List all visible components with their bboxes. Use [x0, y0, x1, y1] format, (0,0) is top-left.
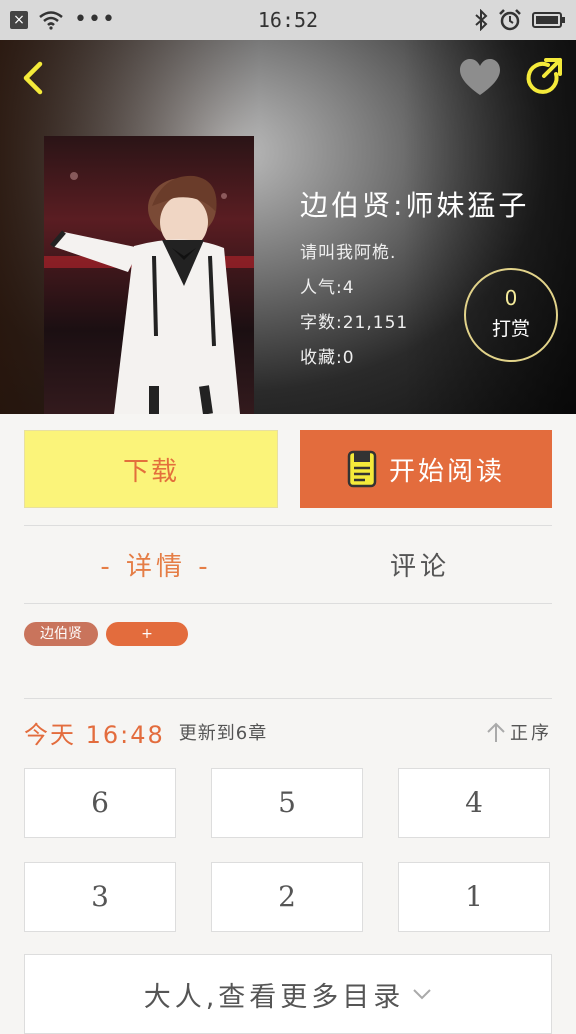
bluetooth-icon — [475, 9, 488, 31]
heart-icon[interactable] — [458, 58, 502, 98]
battery-icon — [532, 12, 565, 28]
chapter-button[interactable]: 2 — [211, 862, 363, 932]
chapter-button[interactable]: 1 — [398, 862, 550, 932]
divider — [24, 525, 552, 526]
notification-close-icon: × — [10, 11, 28, 29]
more-catalog-label: 大人,查看更多目录 — [143, 981, 405, 1013]
book-header: 边伯贤:师妹猛子 请叫我阿桅. 人气:4 字数:21,151 收藏:0 0 打赏 — [0, 40, 576, 414]
download-button[interactable]: 下载 — [24, 430, 278, 508]
update-text: 更新到6章 — [178, 723, 268, 744]
tab-details[interactable]: - 详情 - — [24, 540, 288, 594]
tag-chip[interactable]: 边伯贤 — [24, 622, 98, 646]
book-cover-image — [44, 136, 254, 414]
share-icon[interactable] — [522, 56, 566, 100]
start-reading-label: 开始阅读 — [388, 456, 505, 487]
update-date: 今天 16:48 — [24, 720, 165, 749]
divider — [24, 698, 552, 699]
book-title: 边伯贤:师妹猛子 — [300, 189, 530, 222]
wifi-icon — [39, 11, 63, 30]
chevron-down-icon — [413, 989, 432, 1000]
download-label: 下载 — [122, 456, 179, 487]
chapter-button[interactable]: 3 — [24, 862, 176, 932]
tip-count: 0 — [504, 286, 518, 310]
tip-button[interactable]: 0 打赏 — [464, 268, 558, 362]
back-arrow-icon[interactable] — [14, 58, 54, 98]
add-tag-button[interactable]: + — [106, 622, 188, 646]
chapter-button[interactable]: 5 — [211, 768, 363, 838]
update-row: 今天 16:48 更新到6章 正序 — [24, 714, 552, 750]
divider — [24, 603, 552, 604]
start-reading-button[interactable]: 开始阅读 — [300, 430, 552, 508]
tip-label: 打赏 — [491, 318, 530, 340]
more-notifications-indicator: ••• — [74, 7, 116, 32]
chapter-button[interactable]: 6 — [24, 768, 176, 838]
book-subtitle: 请叫我阿桅. — [300, 243, 397, 263]
alarm-icon — [499, 9, 521, 31]
tab-comments[interactable]: 评论 — [288, 540, 552, 594]
book-icon — [347, 450, 377, 488]
sort-up-arrow-icon — [487, 722, 505, 742]
status-bar: × ••• 16:52 — [0, 0, 576, 40]
more-catalog-button[interactable]: 大人,查看更多目录 — [24, 954, 552, 1034]
sort-order-label: 正序 — [510, 723, 552, 744]
sort-order-button[interactable]: 正序 — [486, 719, 552, 745]
chapter-button[interactable]: 4 — [398, 768, 550, 838]
